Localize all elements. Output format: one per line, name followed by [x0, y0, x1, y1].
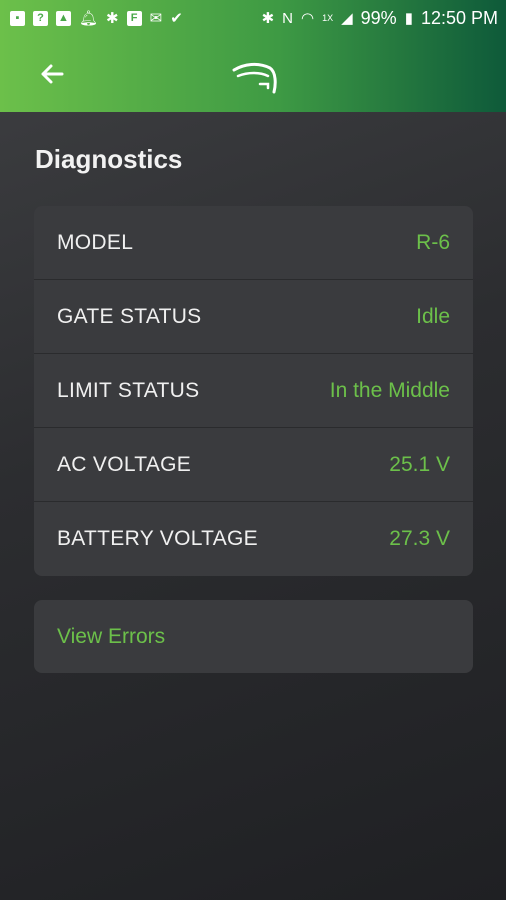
- lock-notification-icon: ▪: [10, 10, 25, 26]
- diagnostic-row-battery-voltage: BATTERY VOLTAGE 27.3 V: [34, 502, 473, 576]
- view-errors-button[interactable]: View Errors: [34, 600, 473, 673]
- image-notification-icon: ▲: [56, 10, 71, 26]
- arrow-left-icon: [41, 64, 64, 84]
- row-label: AC VOLTAGE: [57, 452, 192, 476]
- status-bar: ▪ ? ▲ 🔔︎ ✱ F ✉ ✔ ✱ N ◠ 1X ◢ 99% ▮ 12:50 …: [0, 0, 506, 36]
- notification-icons: ▪ ? ▲ 🔔︎ ✱ F ✉ ✔: [10, 9, 183, 27]
- row-label: MODEL: [57, 230, 134, 254]
- signal-icon: ◢: [341, 9, 353, 27]
- page-title: Diagnostics: [35, 144, 183, 174]
- flipboard-icon: F: [126, 10, 142, 26]
- bluetooth-icon: ✱: [261, 9, 275, 27]
- diagnostic-row-gate-status: GATE STATUS Idle: [34, 280, 473, 354]
- clock: 12:50 PM: [420, 7, 498, 28]
- toolbar: [0, 36, 506, 112]
- row-value: 25.1 V: [389, 452, 450, 476]
- network-badge: 1X: [322, 13, 334, 23]
- wifi-icon: ◠: [301, 9, 315, 27]
- back-button[interactable]: [36, 58, 68, 90]
- battery-percent: 99%: [360, 7, 397, 28]
- row-label: GATE STATUS: [57, 304, 202, 328]
- row-label: LIMIT STATUS: [57, 378, 200, 402]
- help-notification-icon: ?: [33, 10, 48, 26]
- person-icon: ✱: [106, 9, 119, 27]
- diagnostic-row-model: MODEL R-6: [34, 206, 473, 280]
- row-value: 27.3 V: [389, 527, 450, 550]
- brand-logo-icon: [232, 62, 277, 94]
- row-value: R-6: [416, 230, 450, 254]
- diagnostics-card: MODEL R-6 GATE STATUS Idle LIMIT STATUS …: [34, 206, 473, 576]
- diagnostic-row-limit-status: LIMIT STATUS In the Middle: [34, 354, 473, 428]
- view-errors-label: View Errors: [57, 624, 166, 648]
- row-value: In the Middle: [329, 378, 450, 402]
- check-icon: ✔: [170, 9, 183, 27]
- nfc-icon: N: [282, 9, 293, 27]
- bell-icon: 🔔︎: [79, 9, 99, 27]
- app-header: ▪ ? ▲ 🔔︎ ✱ F ✉ ✔ ✱ N ◠ 1X ◢ 99% ▮ 12:50 …: [0, 0, 506, 112]
- row-label: BATTERY VOLTAGE: [57, 527, 258, 550]
- system-icons: ✱ N ◠ 1X ◢ 99% ▮ 12:50 PM: [262, 8, 498, 29]
- diagnostic-row-ac-voltage: AC VOLTAGE 25.1 V: [34, 428, 473, 502]
- mail-icon: ✉: [149, 9, 163, 27]
- row-value: Idle: [416, 304, 450, 328]
- battery-icon: ▮: [404, 9, 413, 27]
